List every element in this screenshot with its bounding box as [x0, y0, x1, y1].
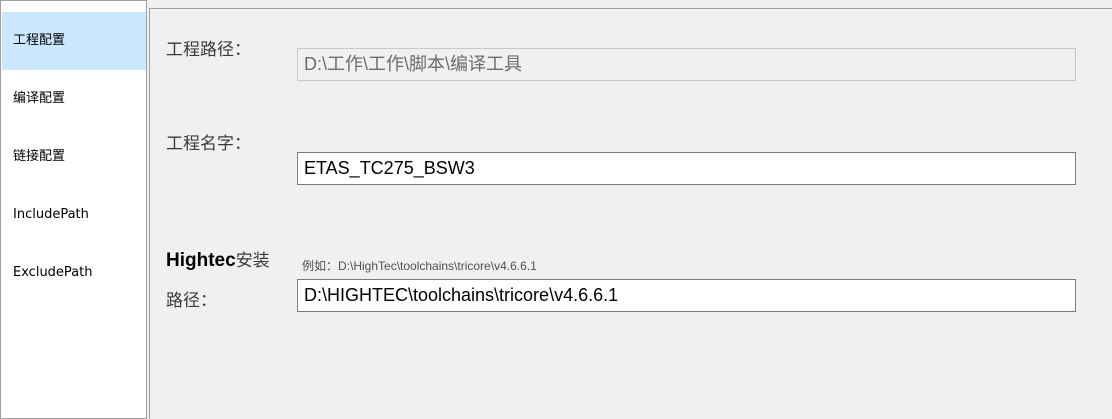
sidebar-item-include-path[interactable]: IncludePath	[2, 186, 146, 244]
project-name-field[interactable]: ETAS_TC275_BSW3	[297, 152, 1076, 185]
project-config-panel: 工程路径： D:\工作\工作\脚本\编译工具 工程名字： ETAS_TC275_…	[149, 8, 1112, 419]
project-name-label: 工程名字：	[166, 134, 251, 154]
hightec-path-label-line2: 路径：	[166, 291, 217, 311]
sidebar-item-label: 编译配置	[13, 91, 66, 106]
hightec-label-bold: Hightec	[166, 250, 236, 271]
hightec-example-hint: 例如：D:\HighTec\toolchains\tricore\v4.6.6.…	[302, 259, 537, 273]
sidebar-item-label: IncludePath	[13, 207, 89, 222]
hightec-path-label: Hightec安装	[166, 246, 270, 272]
sidebar-item-project-config[interactable]: 工程配置	[2, 12, 146, 70]
sidebar-nav: 工程配置 编译配置 链接配置 IncludePath ExcludePath	[0, 0, 147, 419]
hightec-label-rest: 安装	[235, 251, 270, 271]
project-path-field[interactable]: D:\工作\工作\脚本\编译工具	[297, 48, 1076, 81]
sidebar-item-label: 链接配置	[13, 149, 66, 164]
sidebar-item-exclude-path[interactable]: ExcludePath	[2, 244, 146, 302]
sidebar-item-link-config[interactable]: 链接配置	[2, 128, 146, 186]
sidebar-item-compile-config[interactable]: 编译配置	[2, 70, 146, 128]
sidebar-item-label: 工程配置	[13, 33, 66, 48]
project-path-label: 工程路径：	[166, 40, 251, 60]
hightec-path-field[interactable]: D:\HIGHTEC\toolchains\tricore\v4.6.6.1	[297, 279, 1076, 312]
sidebar-item-label: ExcludePath	[13, 265, 93, 280]
